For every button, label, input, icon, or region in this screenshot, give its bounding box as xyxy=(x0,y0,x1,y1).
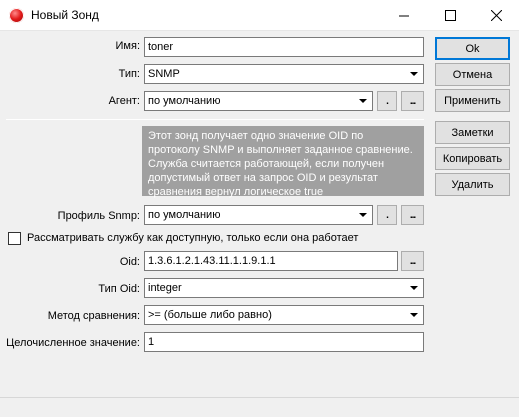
minimize-button[interactable] xyxy=(381,0,427,31)
name-label: Имя: xyxy=(115,40,140,52)
title-bar: Новый Зонд xyxy=(0,0,519,31)
agent-label: Агент: xyxy=(108,95,140,107)
copy-button[interactable]: Копировать xyxy=(435,147,510,170)
maximize-button[interactable] xyxy=(427,0,473,31)
status-bar xyxy=(0,397,519,417)
minimize-icon xyxy=(398,15,409,17)
app-icon xyxy=(9,8,24,23)
agent-browse-button[interactable]: ... xyxy=(401,91,424,111)
type-label: Тип: xyxy=(118,68,140,80)
chevron-down-icon[interactable] xyxy=(406,280,422,296)
snmp-profile-value: по умолчанию xyxy=(148,209,221,221)
oid-type-label: Тип Oid: xyxy=(98,283,140,295)
oid-label: Oid: xyxy=(119,256,140,268)
ok-button[interactable]: Ok xyxy=(435,37,510,60)
oid-browse-button[interactable]: ... xyxy=(401,251,424,271)
compare-select[interactable]: >= (больше либо равно) xyxy=(144,305,424,325)
maximize-icon xyxy=(444,10,456,21)
compare-label: Метод сравнения: xyxy=(47,310,140,322)
name-input[interactable]: toner xyxy=(144,37,424,57)
oid-type-value: integer xyxy=(148,282,182,294)
int-value-input[interactable]: 1 xyxy=(144,332,424,352)
window-title: Новый Зонд xyxy=(31,8,99,22)
agent-select[interactable]: по умолчанию xyxy=(144,91,373,111)
compare-value: >= (больше либо равно) xyxy=(148,309,272,321)
snmp-profile-clear-button[interactable]: . xyxy=(377,205,397,225)
apply-button[interactable]: Применить xyxy=(435,89,510,112)
int-value-label: Целочисленное значение: xyxy=(6,337,140,349)
agent-clear-button[interactable]: . xyxy=(377,91,397,111)
chevron-down-icon[interactable] xyxy=(406,66,422,82)
chevron-down-icon[interactable] xyxy=(355,93,371,109)
separator xyxy=(6,119,424,120)
snmp-profile-browse-button[interactable]: ... xyxy=(401,205,424,225)
snmp-profile-select[interactable]: по умолчанию xyxy=(144,205,373,225)
close-icon xyxy=(490,10,502,21)
snmp-profile-label: Профиль Snmp: xyxy=(57,210,140,222)
type-select-value: SNMP xyxy=(148,68,180,80)
close-button[interactable] xyxy=(473,0,519,31)
probe-description: Этот зонд получает одно значение OID по … xyxy=(142,126,424,198)
chevron-down-icon[interactable] xyxy=(406,307,422,323)
cancel-button[interactable]: Отмена xyxy=(435,63,510,86)
oid-input[interactable]: 1.3.6.1.2.1.43.11.1.1.9.1.1 xyxy=(144,251,398,271)
oid-type-select[interactable]: integer xyxy=(144,278,424,298)
available-only-label: Рассматривать службу как доступную, толь… xyxy=(27,232,359,244)
available-only-checkbox[interactable] xyxy=(8,232,21,245)
type-select[interactable]: SNMP xyxy=(144,64,424,84)
agent-select-value: по умолчанию xyxy=(148,95,221,107)
notes-button[interactable]: Заметки xyxy=(435,121,510,144)
chevron-down-icon[interactable] xyxy=(355,207,371,223)
delete-button[interactable]: Удалить xyxy=(435,173,510,196)
